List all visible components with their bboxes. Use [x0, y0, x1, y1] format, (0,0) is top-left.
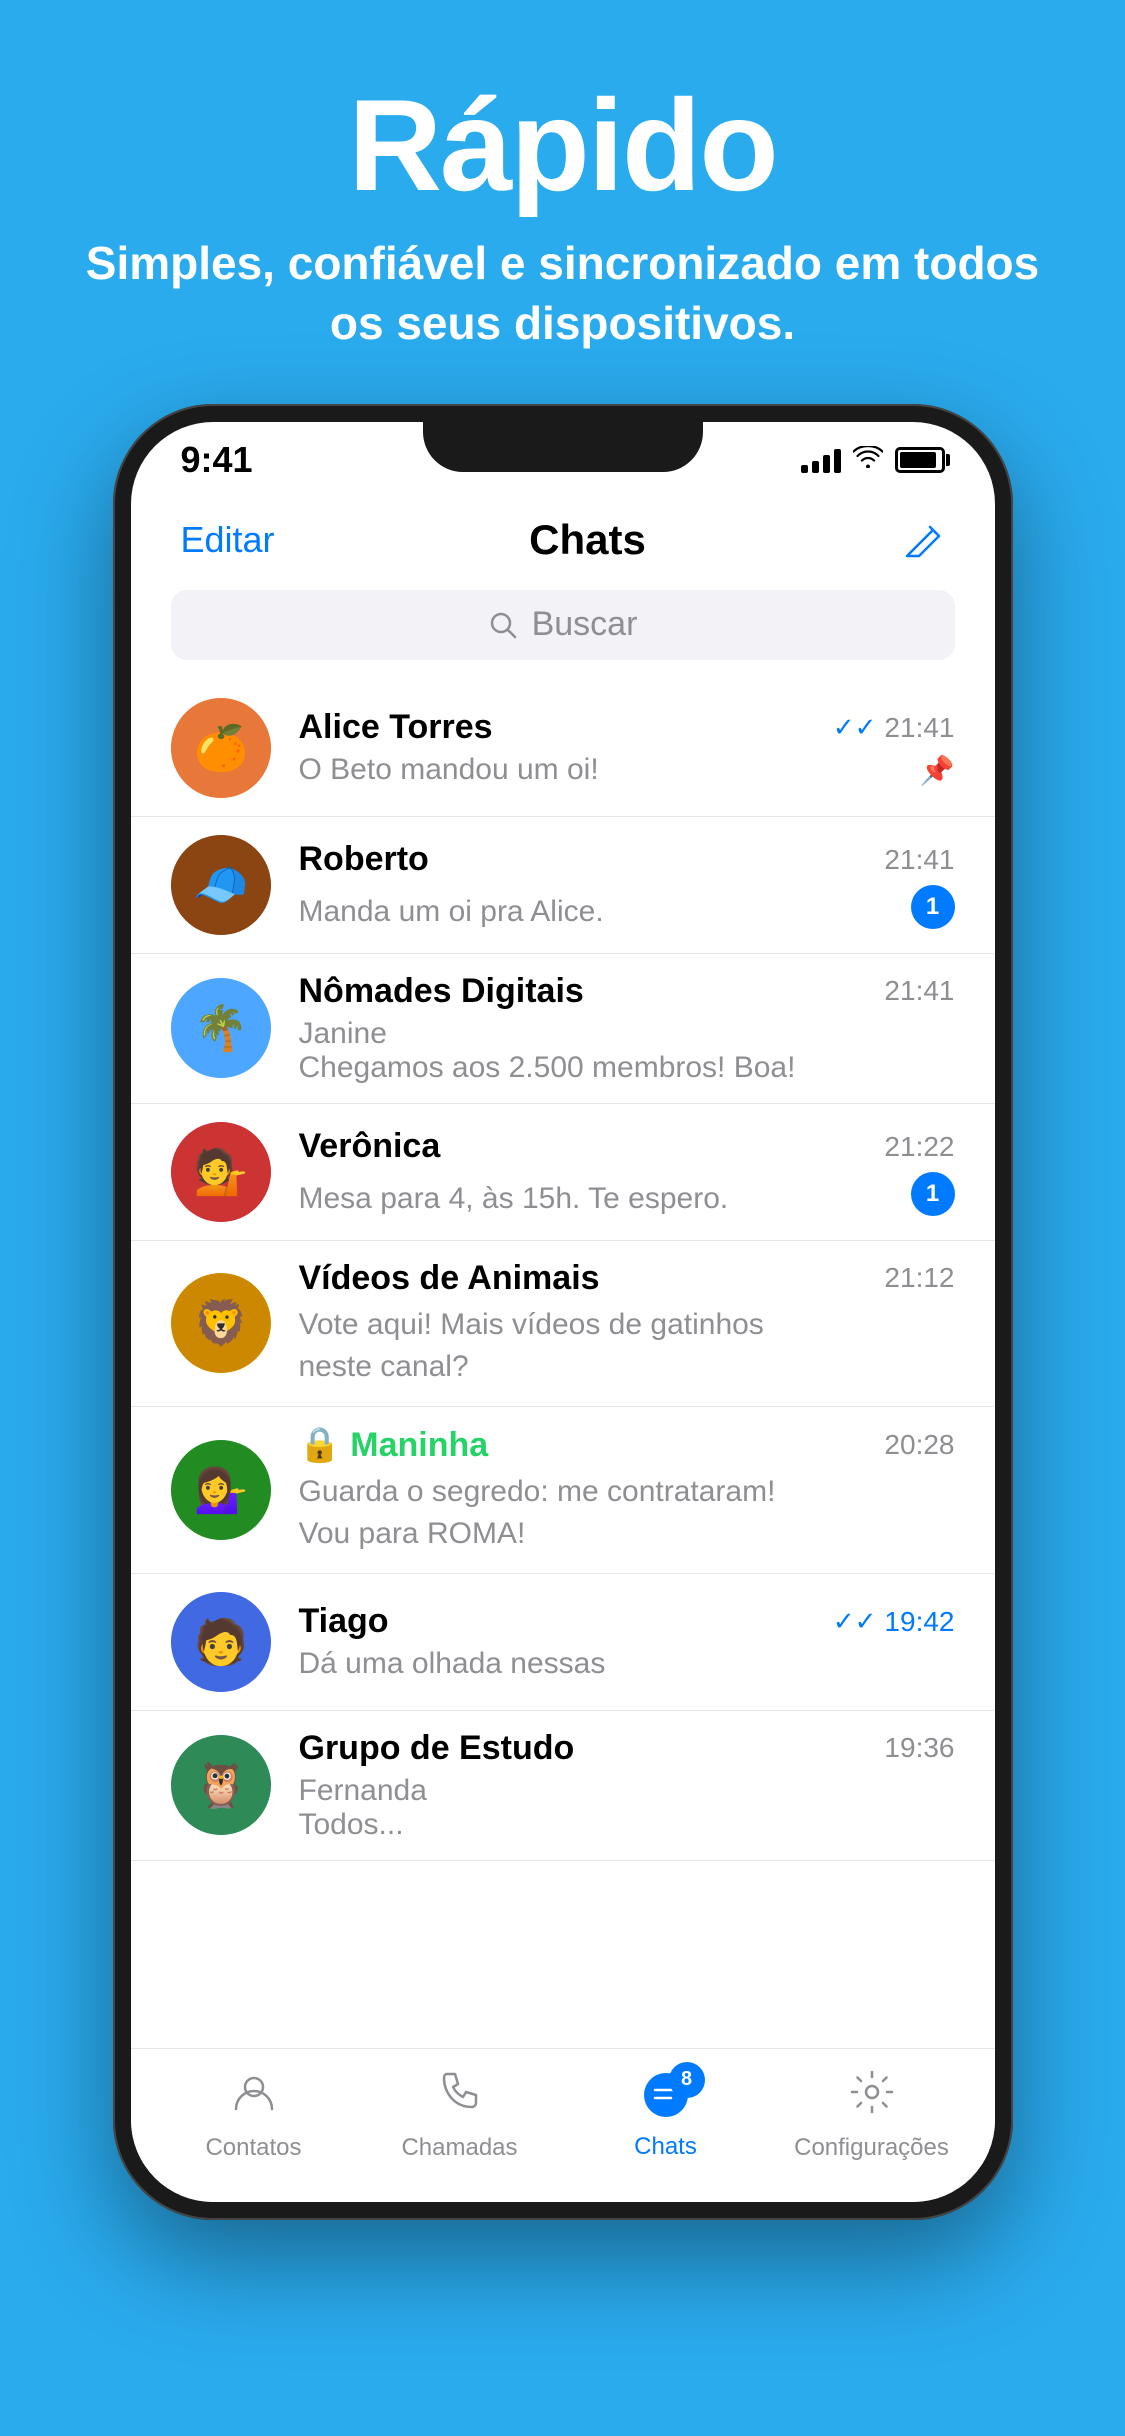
chat-content-roberto: Roberto 21:41 Manda um oi pra Alice. 1 — [299, 840, 955, 929]
chat-content-alice: Alice Torres ✓✓ 21:41 O Beto mandou um o… — [299, 708, 955, 787]
status-icons — [801, 444, 945, 475]
chats-icon: 8 — [641, 2070, 691, 2125]
svg-text:🦁: 🦁 — [193, 1298, 248, 1348]
chat-item-videos[interactable]: 🦁 Vídeos de Animais 21:12 Vote aqui! Mai… — [131, 1241, 995, 1407]
svg-text:🧢: 🧢 — [193, 861, 248, 910]
chat-time-videos: 21:12 — [884, 1262, 954, 1294]
wifi-icon — [853, 444, 883, 475]
svg-text:🌴: 🌴 — [193, 1003, 248, 1053]
chat-item-roberto[interactable]: 🧢 Roberto 21:41 Manda um oi pra Alice. 1 — [131, 817, 995, 954]
avatar-roberto: 🧢 — [171, 835, 271, 935]
status-time: 9:41 — [181, 439, 253, 481]
tab-chamadas[interactable]: Chamadas — [380, 2069, 540, 2162]
chat-name-tiago: Tiago — [299, 1602, 389, 1641]
chat-preview-tiago: Dá uma olhada nessas — [299, 1647, 955, 1681]
avatar-nomades: 🌴 — [171, 978, 271, 1078]
tab-configuracoes[interactable]: Configurações — [792, 2069, 952, 2162]
chats-title: Chats — [529, 516, 646, 564]
avatar-veronica: 💁 — [171, 1122, 271, 1222]
avatar-videos: 🦁 — [171, 1273, 271, 1373]
chat-content-videos: Vídeos de Animais 21:12 Vote aqui! Mais … — [299, 1259, 955, 1388]
chat-content-maninha: 🔒 Maninha 20:28 Guarda o segredo: me con… — [299, 1425, 955, 1555]
tab-chats[interactable]: 8 Chats — [586, 2070, 746, 2161]
chat-item-nomades[interactable]: 🌴 Nômades Digitais 21:41 Janine Chegamos… — [131, 954, 995, 1104]
search-bar[interactable]: Buscar — [171, 590, 955, 660]
search-icon — [488, 610, 518, 640]
search-placeholder: Buscar — [532, 605, 638, 644]
chat-preview-roberto: Manda um oi pra Alice. — [299, 895, 901, 929]
chamadas-icon — [437, 2069, 483, 2126]
chat-sender-grupo: Fernanda — [299, 1774, 955, 1808]
chat-item-alice[interactable]: 🍊 Alice Torres ✓✓ 21:41 O Beto mand — [131, 680, 995, 817]
tab-contatos-label: Contatos — [205, 2134, 301, 2162]
hero-section: Rápido Simples, confiável e sincronizado… — [0, 0, 1125, 404]
unread-badge-roberto: 1 — [911, 885, 955, 929]
tab-chats-label: Chats — [634, 2133, 697, 2161]
phone-wrapper: 9:41 — [113, 404, 1013, 2220]
phone-notch — [423, 422, 703, 472]
svg-text:🍊: 🍊 — [193, 723, 250, 773]
signal-bars-icon — [801, 447, 841, 473]
chat-preview-alice: O Beto mandou um oi! — [299, 753, 910, 787]
avatar-grupo: 🦉 — [171, 1735, 271, 1835]
chat-content-grupo: Grupo de Estudo 19:36 Fernanda Todos... — [299, 1729, 955, 1842]
chat-content-nomades: Nômades Digitais 21:41 Janine Chegamos a… — [299, 972, 955, 1085]
chat-preview-veronica: Mesa para 4, às 15h. Te espero. — [299, 1182, 901, 1216]
svg-text:🦉: 🦉 — [193, 1761, 248, 1810]
nav-bar: Editar Chats — [131, 500, 995, 580]
phone-frame: 9:41 — [113, 404, 1013, 2220]
chat-name-roberto: Roberto — [299, 840, 429, 879]
pin-icon: 📌 — [920, 754, 955, 787]
contatos-icon — [231, 2069, 277, 2126]
tab-chamadas-label: Chamadas — [401, 2134, 517, 2162]
chat-time-nomades: 21:41 — [884, 975, 954, 1007]
chat-list: 🍊 Alice Torres ✓✓ 21:41 O Beto mand — [131, 680, 995, 1861]
chat-time-tiago: ✓✓ 19:42 — [833, 1606, 955, 1638]
avatar-maninha: 💁‍♀️ — [171, 1440, 271, 1540]
tab-bar: Contatos Chamadas — [131, 2048, 995, 2202]
chat-content-veronica: Verônica 21:22 Mesa para 4, às 15h. Te e… — [299, 1127, 955, 1216]
chat-item-maninha[interactable]: 💁‍♀️ 🔒 Maninha 20:28 Guarda o segredo: m… — [131, 1407, 995, 1574]
tab-configuracoes-label: Configurações — [794, 2134, 949, 2162]
chat-name-nomades: Nômades Digitais — [299, 972, 584, 1011]
battery-icon — [895, 447, 945, 473]
chat-name-alice: Alice Torres — [299, 708, 493, 747]
hero-title: Rápido — [60, 80, 1065, 210]
svg-text:💁‍♀️: 💁‍♀️ — [193, 1465, 248, 1515]
chat-name-videos: Vídeos de Animais — [299, 1259, 600, 1298]
chat-name-veronica: Verônica — [299, 1127, 441, 1166]
chat-item-veronica[interactable]: 💁 Verônica 21:22 Mesa para 4, às 15h. Te… — [131, 1104, 995, 1241]
configuracoes-icon — [849, 2069, 895, 2126]
compose-button[interactable] — [901, 518, 945, 562]
chat-content-tiago: Tiago ✓✓ 19:42 Dá uma olhada nessas — [299, 1602, 955, 1681]
chat-preview-grupo: Todos... — [299, 1808, 955, 1842]
unread-badge-veronica: 1 — [911, 1172, 955, 1216]
edit-button[interactable]: Editar — [181, 519, 275, 561]
chat-time-roberto: 21:41 — [884, 844, 954, 876]
svg-text:💁: 💁 — [193, 1145, 248, 1197]
chat-time-maninha: 20:28 — [884, 1429, 954, 1461]
hero-subtitle: Simples, confiável e sincronizado em tod… — [60, 234, 1065, 354]
svg-text:🧑: 🧑 — [193, 1615, 248, 1667]
chat-name-grupo: Grupo de Estudo — [299, 1729, 575, 1768]
chat-preview-nomades: Chegamos aos 2.500 membros! Boa! — [299, 1051, 955, 1085]
chat-item-tiago[interactable]: 🧑 Tiago ✓✓ 19:42 Dá uma olhada ness — [131, 1574, 995, 1711]
chat-item-grupo[interactable]: 🦉 Grupo de Estudo 19:36 Fernanda Todos..… — [131, 1711, 995, 1861]
chat-time-grupo: 19:36 — [884, 1732, 954, 1764]
double-check-icon: ✓✓ — [833, 712, 877, 743]
avatar-alice: 🍊 — [171, 698, 271, 798]
chat-time-veronica: 21:22 — [884, 1131, 954, 1163]
chat-time-alice: ✓✓ 21:41 — [833, 712, 955, 744]
chat-preview-maninha: Guarda o segredo: me contrataram!Vou par… — [299, 1471, 955, 1555]
avatar-tiago: 🧑 — [171, 1592, 271, 1692]
chat-sender-nomades: Janine — [299, 1017, 955, 1051]
phone-screen: 9:41 — [131, 422, 995, 2202]
double-check-tiago-icon: ✓✓ — [833, 1606, 877, 1637]
chats-badge: 8 — [669, 2062, 705, 2098]
tab-contatos[interactable]: Contatos — [174, 2069, 334, 2162]
chat-name-maninha: 🔒 Maninha — [299, 1425, 489, 1465]
chat-preview-videos: Vote aqui! Mais vídeos de gatinhosneste … — [299, 1304, 955, 1388]
